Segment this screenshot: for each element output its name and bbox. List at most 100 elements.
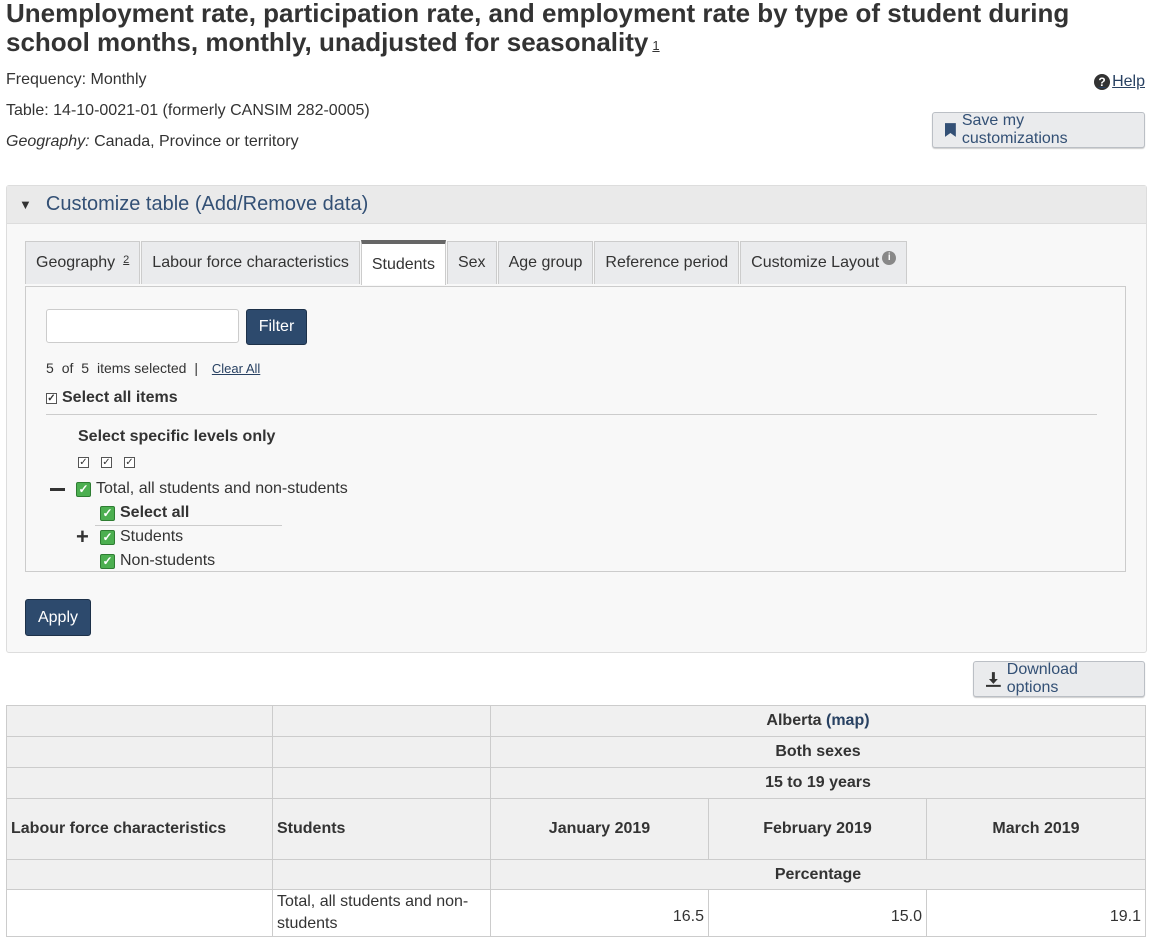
tab-reference-period-label: Reference period xyxy=(605,254,729,271)
caret-down-icon: ▼ xyxy=(19,197,32,212)
tab-reference-period[interactable]: Reference period xyxy=(594,241,740,284)
select-all-label: Select all xyxy=(120,504,190,521)
select-all-items-row[interactable]: ✓ Select all items xyxy=(46,389,178,407)
specific-levels-label: Select specific levels only xyxy=(78,428,276,445)
total-count: 5 xyxy=(81,360,90,376)
non-students-checkbox[interactable]: ✓ xyxy=(100,553,115,569)
save-customizations-label: Save my customizations xyxy=(961,112,1068,147)
select-all-items-label: Select all items xyxy=(62,389,178,406)
select-all-checkbox[interactable]: ✓ xyxy=(100,505,115,521)
blank-header-cell xyxy=(6,736,273,768)
divider xyxy=(46,414,1097,415)
sex-header: Both sexes xyxy=(490,736,1146,768)
selected-count: 5 xyxy=(46,360,54,376)
tree-select-all[interactable]: ✓ Select all xyxy=(100,504,189,522)
tab-students-label: Students xyxy=(371,255,435,273)
tab-customize-layout-label: Customize Layout xyxy=(751,254,880,271)
select-all-items-checkbox[interactable]: ✓ xyxy=(46,392,57,404)
tab-age-group[interactable]: Age group xyxy=(497,241,594,284)
help-label: Help xyxy=(1112,73,1145,90)
customize-panel: ▼ Customize table (Add/Remove data) Geog… xyxy=(6,185,1147,653)
students-column-header: Students xyxy=(272,798,491,860)
month-header: January 2019 xyxy=(490,798,709,860)
non-students-label: Non-students xyxy=(120,552,216,569)
month-header: March 2019 xyxy=(926,798,1146,860)
value-cell: 15.0 xyxy=(708,889,927,937)
tree-item-total[interactable]: ✓ Total, all students and non-students xyxy=(50,480,348,498)
tab-geography[interactable]: Geography 2 xyxy=(25,241,141,284)
blank-header-cell xyxy=(272,705,491,737)
frequency-text: Frequency: Monthly xyxy=(6,71,147,88)
value-cell: 16.5 xyxy=(490,889,709,937)
blank-header-cell xyxy=(272,736,491,768)
tab-sex-label: Sex xyxy=(457,254,486,271)
filter-input[interactable] xyxy=(46,309,239,343)
value-cell: 19.1 xyxy=(926,889,1146,937)
title-footnote-link[interactable]: 1 xyxy=(652,38,659,53)
total-checkbox[interactable]: ✓ xyxy=(76,481,91,497)
geo-name: Alberta xyxy=(766,712,822,729)
geography-label: Geography: xyxy=(6,133,90,150)
students-cell: Total, all students and non-students xyxy=(272,889,491,937)
total-label: Total, all students and non-students xyxy=(96,480,348,497)
apply-button[interactable]: Apply xyxy=(25,599,91,636)
selection-count: 5 of 5 items selected | Clear All xyxy=(46,360,260,376)
geography-text: Geography: Canada, Province or territory xyxy=(6,133,299,151)
page-title: Unemployment rate, participation rate, a… xyxy=(6,0,1126,57)
filter-button[interactable]: Filter xyxy=(246,309,307,345)
tab-labour-force-characteristics[interactable]: Labour force characteristics xyxy=(141,241,360,284)
save-customizations-button[interactable]: Save my customizations xyxy=(932,112,1145,148)
page-title-text: Unemployment rate, participation rate, a… xyxy=(6,0,1070,57)
students-checkbox[interactable]: ✓ xyxy=(100,529,115,545)
level-2-checkbox[interactable]: ✓ xyxy=(101,457,112,468)
items-selected-text: items selected xyxy=(96,360,187,376)
download-options-button[interactable]: Download options xyxy=(973,661,1145,697)
customize-tabs: Geography 2 Labour force characteristics … xyxy=(25,240,908,286)
bookmark-icon xyxy=(945,123,956,137)
tree-item-non-students[interactable]: ✓ Non-students xyxy=(100,552,215,570)
lfc-cell xyxy=(6,889,273,937)
tab-sex[interactable]: Sex xyxy=(446,241,497,284)
tab-geography-footnote[interactable]: 2 xyxy=(123,254,129,266)
students-label: Students xyxy=(120,528,184,545)
customize-panel-toggle[interactable]: ▼ Customize table (Add/Remove data) xyxy=(7,186,1146,224)
customize-heading: Customize table (Add/Remove data) xyxy=(45,193,369,215)
blank-header-cell xyxy=(272,859,491,890)
geo-header: Alberta (map) xyxy=(490,705,1146,737)
map-link[interactable]: (map) xyxy=(826,712,870,729)
expand-plus-icon[interactable]: + xyxy=(76,526,91,548)
specific-levels-heading: Select specific levels only xyxy=(78,428,275,446)
lfc-column-header: Labour force characteristics xyxy=(6,798,273,860)
count-separator: | xyxy=(194,360,198,376)
students-tab-panel: Filter 5 of 5 items selected | Clear All… xyxy=(25,286,1126,572)
tab-customize-layout[interactable]: Customize Layout i xyxy=(740,241,908,284)
level-1-checkbox[interactable]: ✓ xyxy=(78,457,89,468)
table-row: Total, all students and non-students 16.… xyxy=(6,889,1146,937)
collapse-minus-icon[interactable] xyxy=(50,487,65,491)
geography-value: Canada, Province or territory xyxy=(94,133,299,150)
tree-item-students[interactable]: + ✓ Students xyxy=(76,526,184,548)
blank-header-cell xyxy=(6,859,273,890)
question-circle-icon: ? xyxy=(1094,74,1111,90)
month-header: February 2019 xyxy=(708,798,927,860)
data-table: Alberta (map) Both sexes 15 to 19 years … xyxy=(6,705,1146,937)
level-3-checkbox[interactable]: ✓ xyxy=(124,457,135,468)
tab-age-group-label: Age group xyxy=(508,254,583,271)
unit-header: Percentage xyxy=(490,859,1146,890)
tree-divider xyxy=(95,525,282,526)
tab-students[interactable]: Students xyxy=(360,240,446,285)
info-icon[interactable]: i xyxy=(882,251,897,265)
blank-header-cell xyxy=(6,767,273,799)
help-link[interactable]: ? Help xyxy=(1094,73,1145,91)
age-header: 15 to 19 years xyxy=(490,767,1146,799)
blank-header-cell xyxy=(272,767,491,799)
tab-geography-label: Geography xyxy=(36,254,116,271)
blank-header-cell xyxy=(6,705,273,737)
download-options-label: Download options xyxy=(1006,661,1078,696)
download-icon xyxy=(986,671,1001,687)
table-id-text: Table: 14-10-0021-01 (formerly CANSIM 28… xyxy=(6,102,370,119)
level-checkboxes: ✓ ✓ ✓ xyxy=(78,457,135,468)
tab-labour-label: Labour force characteristics xyxy=(152,254,349,271)
of-text: of xyxy=(61,360,74,376)
clear-all-link[interactable]: Clear All xyxy=(212,361,260,376)
